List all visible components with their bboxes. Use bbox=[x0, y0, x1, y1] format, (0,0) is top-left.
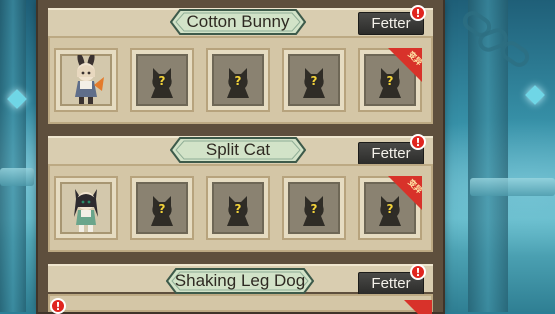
notification-badge: ! bbox=[410, 134, 426, 150]
section-title: Cotton Bunny bbox=[186, 12, 290, 31]
section-card-row: ? ? ? ? 变异 bbox=[48, 36, 433, 124]
section-card-row: ? ? ? ? 变异 bbox=[48, 164, 433, 252]
slot-frame: ? bbox=[212, 54, 264, 106]
fetter-section-cotton-bunny: Cotton Bunny Fetter ! ? ? ? ? 变异 bbox=[48, 5, 433, 126]
stone-ledge bbox=[470, 178, 555, 196]
locked-character-slot[interactable]: ? bbox=[282, 48, 346, 112]
locked-character-slot[interactable]: ? bbox=[130, 48, 194, 112]
slot-frame: ? bbox=[136, 182, 188, 234]
slot-frame bbox=[60, 54, 112, 106]
locked-character-slot[interactable]: ? bbox=[206, 48, 270, 112]
unknown-mark: ? bbox=[234, 201, 242, 216]
section-card-row: ! bbox=[48, 294, 433, 314]
locked-character-slot[interactable]: ? bbox=[206, 176, 270, 240]
slot-frame: ? bbox=[288, 182, 340, 234]
section-title: Shaking Leg Dog bbox=[174, 271, 306, 290]
section-title-plate: Shaking Leg Dog bbox=[166, 268, 314, 294]
character-slot[interactable] bbox=[54, 176, 118, 240]
variant-ribbon-label: 变异 bbox=[406, 177, 422, 196]
section-title: Split Cat bbox=[205, 140, 271, 159]
locked-character-slot[interactable]: ? bbox=[130, 176, 194, 240]
left-pillar bbox=[0, 0, 26, 312]
locked-character-slot[interactable]: ? 变异 bbox=[358, 176, 422, 240]
character-slot[interactable] bbox=[54, 48, 118, 112]
locked-character-slot[interactable]: ? bbox=[282, 176, 346, 240]
notification-badge: ! bbox=[410, 5, 426, 21]
variant-ribbon: 变异 bbox=[388, 48, 422, 82]
stone-ledge bbox=[0, 168, 34, 186]
unknown-mark: ? bbox=[310, 73, 318, 88]
variant-ribbon: 变异 bbox=[388, 176, 422, 210]
unknown-mark: ? bbox=[234, 73, 242, 88]
locked-character-slot[interactable]: ? 变异 bbox=[358, 48, 422, 112]
slot-frame bbox=[60, 182, 112, 234]
fetter-section-shaking-leg-dog: Shaking Leg Dog Fetter ! ! bbox=[48, 264, 433, 314]
variant-ribbon-label: 变异 bbox=[406, 49, 422, 68]
unknown-mark: ? bbox=[158, 73, 166, 88]
bunny-girl-character-icon bbox=[75, 55, 104, 104]
unknown-mark: ? bbox=[158, 201, 166, 216]
section-title-plate: Cotton Bunny bbox=[170, 9, 306, 35]
fetter-section-split-cat: Split Cat Fetter ! ? ? ? ? 变异 bbox=[48, 134, 433, 254]
section-title-plate: Split Cat bbox=[170, 137, 306, 163]
slot-frame: ? bbox=[212, 182, 264, 234]
unknown-mark: ? bbox=[310, 201, 318, 216]
notification-badge: ! bbox=[410, 264, 426, 280]
cat-girl-character-icon bbox=[74, 189, 98, 232]
slot-frame: ? bbox=[136, 54, 188, 106]
slot-frame: ? bbox=[288, 54, 340, 106]
